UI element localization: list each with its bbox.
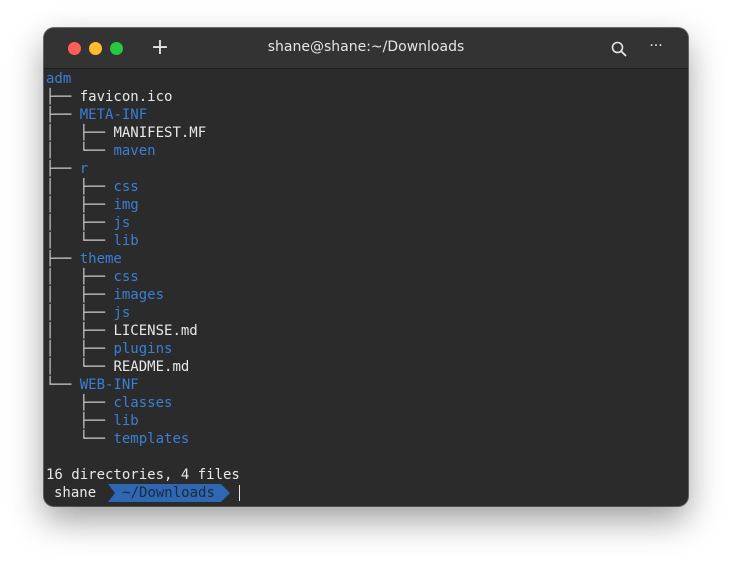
tree-branch: ├── xyxy=(46,395,114,411)
search-icon[interactable] xyxy=(610,40,628,58)
directory-name: css xyxy=(113,179,139,195)
tree-branch: ├── xyxy=(46,251,80,267)
directory-name: css xyxy=(113,269,139,285)
file-name: LICENSE.md xyxy=(113,323,198,339)
tree-branch: ├── xyxy=(46,413,114,429)
tree-branch: │ ├── xyxy=(46,305,114,321)
directory-name: images xyxy=(113,287,165,303)
tree-entry: │ ├── images xyxy=(46,286,240,304)
tree-branch: │ ├── xyxy=(46,269,114,285)
tree-entry: │ └── lib xyxy=(46,232,240,250)
terminal-window: + shane@shane:~/Downloads ··· adm ├── fa… xyxy=(44,28,688,506)
tree-entry: │ ├── img xyxy=(46,196,240,214)
title-bar: + shane@shane:~/Downloads ··· xyxy=(44,28,688,69)
tree-entry: │ ├── plugins xyxy=(46,340,240,358)
file-name: favicon.ico xyxy=(79,89,173,105)
tree-branch: ├── xyxy=(46,161,80,177)
directory-name: lib xyxy=(113,233,139,249)
tree-branch: │ ├── xyxy=(46,215,114,231)
file-name: MANIFEST.MF xyxy=(113,125,207,141)
tree-root: adm xyxy=(46,71,72,87)
tree-branch: │ ├── xyxy=(46,323,114,339)
directory-name: classes xyxy=(113,395,173,411)
tree-branch: │ ├── xyxy=(46,179,114,195)
tree-entry: │ ├── MANIFEST.MF xyxy=(46,124,240,142)
tree-entry: │ ├── css xyxy=(46,268,240,286)
tree-entry: │ └── maven xyxy=(46,142,240,160)
directory-name: maven xyxy=(113,143,156,159)
tree-branch: │ ├── xyxy=(46,287,114,303)
tree-branch: │ └── xyxy=(46,143,114,159)
window-title: shane@shane:~/Downloads xyxy=(267,39,465,55)
tree-listing: ├── favicon.ico ├── META-INF │ ├── MANIFES… xyxy=(46,88,240,448)
directory-name: img xyxy=(113,197,139,213)
text-cursor xyxy=(238,485,240,501)
directory-name: WEB-INF xyxy=(79,377,139,393)
tree-branch: │ └── xyxy=(46,359,114,375)
minimize-window-button[interactable] xyxy=(89,42,102,55)
prompt-path: ~/Downloads xyxy=(108,484,230,502)
tree-entry: │ ├── js xyxy=(46,304,240,322)
tree-entry: └── WEB-INF xyxy=(46,376,240,394)
file-name: README.md xyxy=(113,359,190,375)
close-window-button[interactable] xyxy=(68,42,81,55)
directory-name: templates xyxy=(113,431,190,447)
tree-branch: │ └── xyxy=(46,233,114,249)
tree-entry: └── templates xyxy=(46,430,240,448)
new-tab-button[interactable]: + xyxy=(150,37,170,59)
terminal-output[interactable]: adm ├── favicon.ico ├── META-INF │ ├── MAN… xyxy=(46,70,240,502)
directory-name: r xyxy=(79,161,89,177)
tree-branch: │ ├── xyxy=(46,197,114,213)
tree-branch: └── xyxy=(46,377,80,393)
tree-entry: ├── favicon.ico xyxy=(46,88,240,106)
tree-branch: └── xyxy=(46,431,114,447)
tree-branch: ├── xyxy=(46,107,80,123)
tree-entry: │ ├── js xyxy=(46,214,240,232)
tree-entry: ├── theme xyxy=(46,250,240,268)
maximize-window-button[interactable] xyxy=(110,42,123,55)
tree-branch: │ ├── xyxy=(46,125,114,141)
more-options-button[interactable]: ··· xyxy=(646,38,666,58)
tree-entry: ├── r xyxy=(46,160,240,178)
tree-entry: ├── classes xyxy=(46,394,240,412)
tree-branch: ├── xyxy=(46,89,80,105)
tree-entry: │ ├── LICENSE.md xyxy=(46,322,240,340)
prompt-user: shane xyxy=(46,484,103,502)
tree-summary: 16 directories, 4 files xyxy=(46,467,240,483)
directory-name: META-INF xyxy=(79,107,148,123)
directory-name: lib xyxy=(113,413,139,429)
shell-prompt[interactable]: shane ~/Downloads xyxy=(46,484,240,502)
tree-branch: │ ├── xyxy=(46,341,114,357)
tree-entry: ├── META-INF xyxy=(46,106,240,124)
directory-name: plugins xyxy=(113,341,173,357)
tree-entry: │ └── README.md xyxy=(46,358,240,376)
directory-name: theme xyxy=(79,251,122,267)
tree-entry: │ ├── css xyxy=(46,178,240,196)
directory-name: js xyxy=(113,215,131,231)
directory-name: js xyxy=(113,305,131,321)
tree-entry: ├── lib xyxy=(46,412,240,430)
